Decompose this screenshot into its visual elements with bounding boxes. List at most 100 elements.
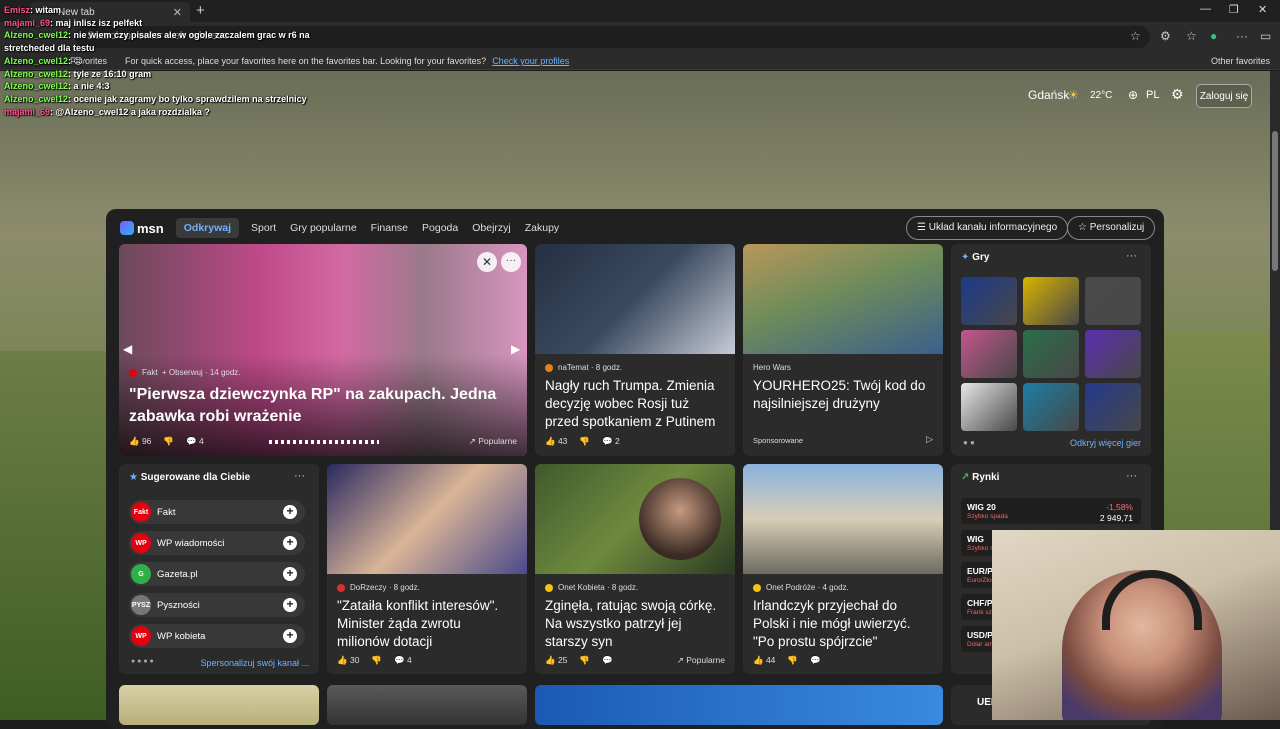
comment-icon[interactable]: 💬 2 — [602, 436, 620, 447]
suggestion-item[interactable]: WP WP kobieta + — [129, 624, 305, 648]
news-source[interactable]: DoRzeczy · 8 godz. — [337, 583, 420, 592]
profile-icon[interactable]: ● — [1210, 29, 1217, 43]
game-tile[interactable] — [1085, 383, 1141, 431]
comment-icon[interactable]: 💬 — [810, 655, 821, 666]
globe-icon[interactable]: ⊕ — [1128, 88, 1138, 102]
suggestion-item[interactable]: Fakt Fakt + — [129, 500, 305, 524]
weather-temp[interactable]: 22°C — [1090, 90, 1112, 101]
news-card[interactable]: Onet Podróże · 4 godz. Irlandczyk przyje… — [743, 464, 943, 674]
news-source[interactable]: naTemat · 8 godz. — [545, 363, 622, 372]
games-more-link[interactable]: Odkryj więcej gier — [1070, 438, 1141, 448]
news-title[interactable]: YOURHERO25: Twój kod do najsilniejszej d… — [753, 377, 933, 413]
news-source[interactable]: Onet Kobieta · 8 godz. — [545, 583, 638, 592]
news-card[interactable]: naTemat · 8 godz. Nagły ruch Trumpa. Zmi… — [535, 244, 735, 456]
sponsored-card[interactable]: Hero Wars YOURHERO25: Twój kod do najsil… — [743, 244, 943, 456]
follow-plus-icon[interactable]: + — [283, 598, 297, 612]
suggestion-item[interactable]: PYSZ Pyszności + — [129, 593, 305, 617]
games-title[interactable]: ✦ Gry — [961, 252, 989, 263]
dislike-icon[interactable]: 👎 — [787, 655, 798, 666]
login-button[interactable]: Zaloguj się — [1196, 84, 1252, 108]
news-title[interactable]: Zginęła, ratując swoją córkę. Na wszystk… — [545, 597, 725, 651]
like-icon[interactable]: 👍 30 — [337, 655, 359, 666]
personalize-button[interactable]: ☆ Personalizuj — [1067, 216, 1156, 240]
nav-gry[interactable]: Gry popularne — [290, 222, 357, 234]
extensions-icon[interactable]: ⚙ — [1160, 29, 1171, 43]
markets-more-icon[interactable]: ··· — [1126, 470, 1137, 482]
news-title[interactable]: Nagły ruch Trumpa. Zmienia decyzję wobec… — [545, 377, 725, 431]
comment-icon[interactable]: 💬 4 — [394, 655, 412, 666]
follow-plus-icon[interactable]: + — [283, 567, 297, 581]
follow-link[interactable]: + Obserwuj — [162, 368, 203, 377]
suggestions-more-icon[interactable]: ··· — [294, 470, 305, 482]
markets-title[interactable]: ↗ Rynki — [961, 472, 999, 483]
news-card-partial[interactable] — [327, 685, 527, 725]
like-icon[interactable]: 👍 44 — [753, 655, 775, 666]
close-window-icon[interactable]: ✕ — [1258, 3, 1267, 16]
hero-next-icon[interactable]: ▶ — [511, 342, 520, 356]
msn-logo[interactable]: msn — [120, 221, 164, 236]
comment-icon[interactable]: 💬 4 — [186, 436, 204, 447]
favorites-icon[interactable]: ☆ — [1186, 29, 1197, 43]
menu-dots-icon[interactable]: ··· — [1236, 29, 1248, 43]
hero-source[interactable]: Fakt + Obserwuj · 14 godz. — [129, 368, 241, 377]
like-icon[interactable]: 👍 25 — [545, 655, 567, 666]
play-icon[interactable]: ▷ — [926, 434, 933, 445]
favorite-star-icon[interactable]: ☆ — [1130, 29, 1141, 43]
news-card-partial[interactable] — [535, 685, 943, 725]
follow-plus-icon[interactable]: + — [283, 536, 297, 550]
weather-city[interactable]: Gdańsk — [1028, 88, 1069, 102]
news-title[interactable]: Irlandczyk przyjechał do Polski i nie mó… — [753, 597, 933, 651]
game-tile[interactable] — [1023, 330, 1079, 378]
like-icon[interactable]: 👍 43 — [545, 436, 567, 447]
games-more-icon[interactable]: ··· — [1126, 250, 1137, 262]
market-row[interactable]: WIG 20 Szybko spada -1,58% 2 949,71 — [961, 498, 1141, 524]
minimize-icon[interactable]: — — [1200, 3, 1211, 15]
game-tile[interactable] — [1023, 383, 1079, 431]
dislike-icon[interactable]: 👎 — [579, 436, 590, 447]
comment-icon[interactable]: 💬 — [602, 655, 613, 666]
follow-plus-icon[interactable]: + — [283, 505, 297, 519]
news-source[interactable]: Onet Podróże · 4 godz. — [753, 583, 849, 592]
nav-odkrywaj[interactable]: Odkrywaj — [175, 218, 240, 238]
nav-obejrzyj[interactable]: Obejrzyj — [472, 222, 511, 234]
hero-title[interactable]: "Pierwsza dziewczynka RP" na zakupach. J… — [129, 384, 517, 428]
game-tile[interactable] — [1085, 330, 1141, 378]
feed-layout-button[interactable]: ☰ Układ kanału informacyjnego — [906, 216, 1069, 240]
game-tile[interactable] — [961, 383, 1017, 431]
restore-icon[interactable]: ❐ — [1229, 3, 1239, 16]
dislike-icon[interactable]: 👎 — [579, 655, 590, 666]
game-tile[interactable] — [1023, 277, 1079, 325]
game-tile[interactable] — [1085, 277, 1141, 325]
suggestion-item[interactable]: G Gazeta.pl + — [129, 562, 305, 586]
dislike-icon[interactable]: 👎 — [163, 436, 174, 447]
hero-more-icon[interactable]: ··· — [501, 252, 521, 272]
news-source[interactable]: Hero Wars — [753, 363, 791, 372]
hero-close-icon[interactable]: ✕ — [477, 252, 497, 272]
suggestions-pager[interactable]: ● ● ● ● — [131, 658, 154, 665]
news-title[interactable]: "Zataiła konflikt interesów". Minister ż… — [337, 597, 517, 651]
nav-pogoda[interactable]: Pogoda — [422, 222, 458, 234]
hero-card[interactable]: ✕ ··· ◀ ▶ Fakt + Obserwuj · 14 godz. "Pi… — [119, 244, 527, 456]
nav-finanse[interactable]: Finanse — [371, 222, 408, 234]
personalize-link[interactable]: Spersonalizuj swój kanał ... — [200, 658, 309, 668]
settings-gear-icon[interactable]: ⚙ — [1171, 86, 1184, 103]
news-card[interactable]: DoRzeczy · 8 godz. "Zataiła konflikt int… — [327, 464, 527, 674]
nav-sport[interactable]: Sport — [251, 222, 276, 234]
hero-prev-icon[interactable]: ◀ — [123, 342, 132, 356]
other-favorites[interactable]: Other favorites — [1211, 56, 1270, 66]
news-card[interactable]: Onet Kobieta · 8 godz. Zginęła, ratując … — [535, 464, 735, 674]
dislike-icon[interactable]: 👎 — [371, 655, 382, 666]
news-card-partial[interactable] — [119, 685, 319, 725]
game-tile[interactable] — [961, 277, 1017, 325]
game-tile[interactable] — [961, 330, 1017, 378]
suggestion-item[interactable]: WP WP wiadomości + — [129, 531, 305, 555]
sidebar-icon[interactable]: ▭ — [1260, 29, 1271, 43]
language[interactable]: PL — [1146, 89, 1159, 101]
carousel-dots[interactable] — [269, 440, 379, 444]
scrollbar-thumb[interactable] — [1272, 131, 1278, 271]
nav-zakupy[interactable]: Zakupy — [525, 222, 559, 234]
like-icon[interactable]: 👍 96 — [129, 436, 151, 447]
games-pager[interactable]: ● ● — [963, 438, 975, 447]
follow-plus-icon[interactable]: + — [283, 629, 297, 643]
check-profiles-link[interactable]: Check your profiles — [492, 56, 569, 66]
